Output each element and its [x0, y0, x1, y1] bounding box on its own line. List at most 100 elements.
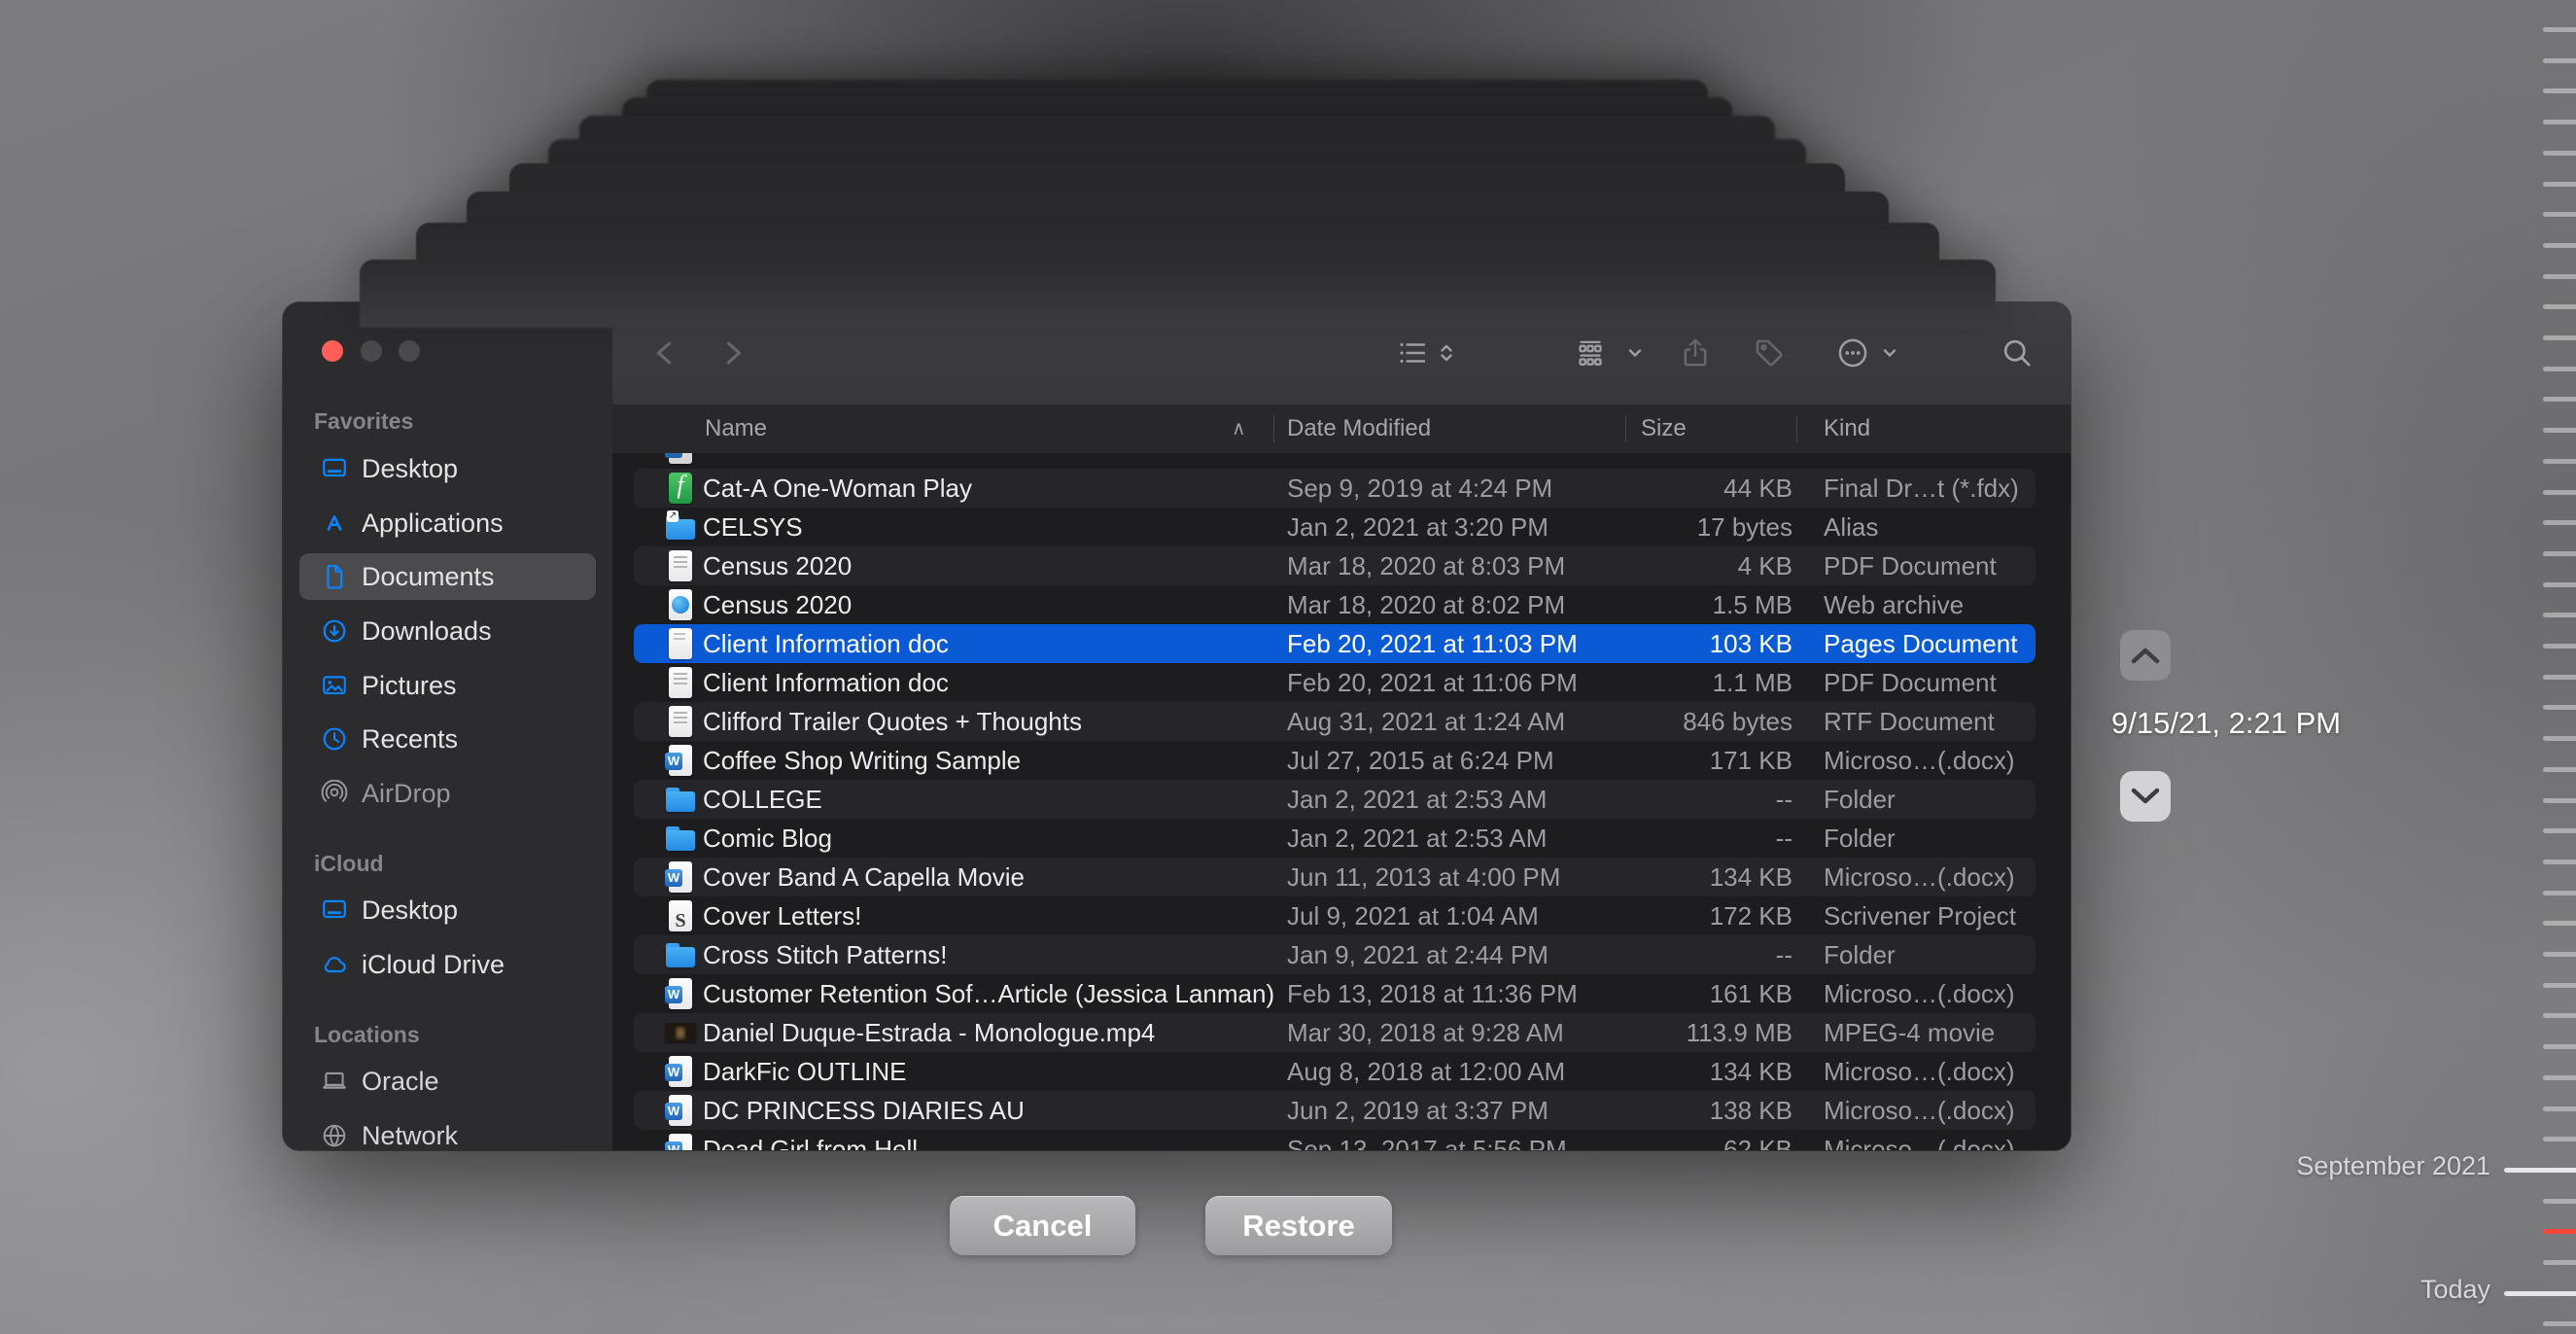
timeline-tick[interactable]	[2543, 212, 2576, 217]
timeline-tick[interactable]	[2543, 582, 2576, 587]
timeline-tick[interactable]	[2543, 243, 2576, 248]
chevron-down-icon[interactable]	[1879, 342, 1900, 364]
restore-button[interactable]: Restore	[1205, 1196, 1392, 1255]
timeline-tick[interactable]	[2543, 891, 2576, 895]
file-row[interactable]: Comic Blog Jan 2, 2021 at 2:53 AM -- Fol…	[634, 819, 2036, 858]
sidebar-item-icloud-drive[interactable]: iCloud Drive	[299, 941, 596, 988]
minimize-button[interactable]	[361, 340, 382, 362]
file-row[interactable]: Cat-A One-Woman Play Sep 9, 2019 at 4:24…	[634, 469, 2036, 508]
timeline-tick[interactable]	[2543, 860, 2576, 864]
chevron-down-icon[interactable]	[1624, 342, 1646, 364]
timeline-tick[interactable]	[2543, 335, 2576, 340]
timeline-tick[interactable]	[2543, 520, 2576, 525]
timeline-tick[interactable]	[2543, 1199, 2576, 1204]
file-row[interactable]: Dead Girl from Hell Sep 13, 2017 at 5:56…	[634, 1130, 2036, 1150]
file-row[interactable]: Cross Stitch Patterns! Jan 9, 2021 at 2:…	[634, 935, 2036, 974]
sidebar-item-oracle[interactable]: Oracle	[299, 1058, 596, 1105]
cancel-button[interactable]: Cancel	[950, 1196, 1135, 1255]
back-icon[interactable]	[648, 336, 681, 369]
file-row[interactable]: Cover Letters! Jul 9, 2021 at 1:04 AM 17…	[634, 896, 2036, 935]
file-row[interactable]: COLLEGE Jan 2, 2021 at 2:53 AM -- Folder	[634, 780, 2036, 819]
tag-icon[interactable]	[1753, 336, 1786, 369]
timeline-tick[interactable]	[2543, 1106, 2576, 1111]
time-machine-back-button[interactable]	[2120, 630, 2171, 681]
timeline-tick[interactable]	[2543, 1075, 2576, 1080]
timeline-tick[interactable]	[2543, 828, 2576, 833]
timeline-tick[interactable]	[2543, 27, 2576, 32]
timeline-tick-current[interactable]	[2543, 1229, 2576, 1234]
column-header-date-modified[interactable]: Date Modified	[1287, 404, 1431, 453]
timeline-tick[interactable]	[2543, 675, 2576, 680]
file-row[interactable]: Customer Retention Sof…Article (Jessica …	[634, 974, 2036, 1013]
list-view-icon[interactable]	[1396, 336, 1429, 369]
timeline-tick[interactable]	[2543, 274, 2576, 279]
file-row[interactable]: Census 2020 Mar 18, 2020 at 8:02 PM 1.5 …	[634, 585, 2036, 624]
sidebar-item-downloads[interactable]: Downloads	[299, 608, 596, 654]
timeline-tick[interactable]	[2543, 798, 2576, 803]
sidebar-item-airdrop[interactable]: AirDrop	[299, 770, 596, 817]
timeline-tick[interactable]	[2543, 120, 2576, 124]
timeline-tick[interactable]	[2543, 182, 2576, 187]
timeline-tick[interactable]	[2543, 921, 2576, 926]
sidebar-item-recents[interactable]: Recents	[299, 716, 596, 762]
timeline-tick[interactable]	[2543, 151, 2576, 156]
time-machine-forward-button[interactable]	[2120, 771, 2171, 822]
sidebar-item-network[interactable]: Network	[299, 1112, 596, 1150]
sidebar-item-desktop[interactable]: Desktop	[299, 887, 596, 933]
sidebar-item-documents[interactable]: Documents	[299, 553, 596, 600]
sort-toggle-icon[interactable]	[1436, 342, 1457, 364]
file-name: Comic Blog	[703, 819, 832, 858]
more-options-icon[interactable]	[1836, 336, 1869, 369]
timeline-tick[interactable]	[2543, 705, 2576, 710]
file-size: 44 KB	[1509, 469, 1793, 508]
file-name: Cat-A One-Woman Play	[703, 469, 972, 508]
timeline-tick[interactable]	[2504, 1168, 2576, 1173]
timeline-tick[interactable]	[2543, 644, 2576, 649]
file-row[interactable]: Coffee Shop Writing Sample Jul 27, 2015 …	[634, 741, 2036, 780]
file-row[interactable]: Client Information doc Feb 20, 2021 at 1…	[634, 624, 2036, 663]
timeline-tick[interactable]	[2543, 1321, 2576, 1326]
sidebar-item-pictures[interactable]: Pictures	[299, 662, 596, 709]
column-header-name[interactable]: Name	[705, 404, 767, 453]
timeline-tick[interactable]	[2543, 459, 2576, 464]
timeline-tick[interactable]	[2543, 1260, 2576, 1265]
zoom-button[interactable]	[399, 340, 420, 362]
column-header-kind[interactable]: Kind	[1824, 404, 1870, 453]
close-button[interactable]	[322, 340, 343, 362]
timeline-tick[interactable]	[2543, 58, 2576, 63]
file-row[interactable]: Daniel Duque-Estrada - Monologue.mp4 Mar…	[634, 1013, 2036, 1052]
group-view-icon[interactable]	[1574, 336, 1607, 369]
timeline-tick[interactable]	[2543, 397, 2576, 402]
timeline-tick[interactable]	[2543, 1137, 2576, 1141]
timeline-tick[interactable]	[2543, 367, 2576, 371]
file-row[interactable]: DarkFic OUTLINE Aug 8, 2018 at 12:00 AM …	[634, 1052, 2036, 1091]
timeline-tick[interactable]	[2543, 1044, 2576, 1049]
timeline-tick[interactable]	[2543, 613, 2576, 617]
file-row[interactable]: Census 2020 Mar 18, 2020 at 8:03 PM 4 KB…	[634, 546, 2036, 585]
forward-icon[interactable]	[716, 336, 749, 369]
timeline-tick[interactable]	[2543, 88, 2576, 93]
file-row[interactable]: DC PRINCESS DIARIES AU Jun 2, 2019 at 3:…	[634, 1091, 2036, 1130]
sidebar-item-desktop[interactable]: Desktop	[299, 445, 596, 492]
timeline-tick[interactable]	[2543, 767, 2576, 772]
timeline-tick[interactable]	[2543, 736, 2576, 741]
share-icon[interactable]	[1679, 336, 1712, 369]
file-row[interactable]: Clifford Trailer Quotes + Thoughts Aug 3…	[634, 702, 2036, 741]
timeline-tick[interactable]	[2543, 551, 2576, 556]
file-row[interactable]: ↗ CELSYS Jan 2, 2021 at 3:20 PM 17 bytes…	[634, 508, 2036, 546]
timeline-tick[interactable]	[2543, 952, 2576, 957]
timeline-tick[interactable]	[2543, 983, 2576, 988]
file-row[interactable]: Client Information doc Feb 20, 2021 at 1…	[634, 663, 2036, 702]
timeline-tick[interactable]	[2543, 304, 2576, 309]
file-name: DC PRINCESS DIARIES AU	[703, 1091, 1025, 1130]
sidebar-item-applications[interactable]: Applications	[299, 500, 596, 546]
timeline-tick[interactable]	[2543, 428, 2576, 433]
file-size: --	[1509, 935, 1793, 974]
file-row[interactable]	[634, 453, 2036, 469]
timeline-tick[interactable]	[2543, 1013, 2576, 1018]
timeline-tick[interactable]	[2543, 490, 2576, 495]
file-row[interactable]: Cover Band A Capella Movie Jun 11, 2013 …	[634, 858, 2036, 896]
timeline-tick[interactable]	[2504, 1291, 2576, 1296]
column-header-size[interactable]: Size	[1641, 404, 1687, 453]
search-icon[interactable]	[2001, 336, 2034, 369]
